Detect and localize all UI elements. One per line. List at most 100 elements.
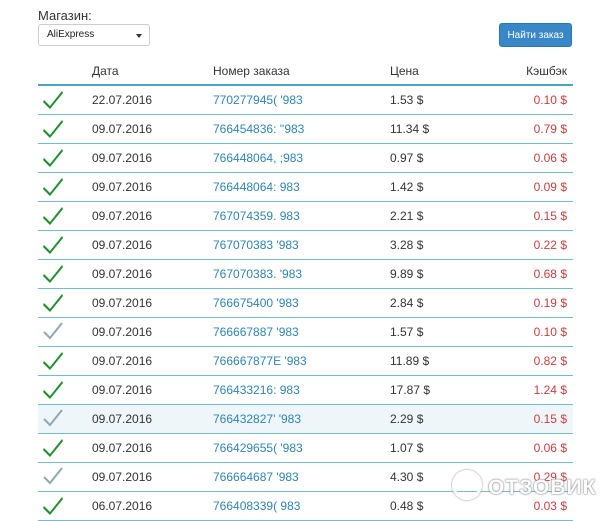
- column-header-price: Цена: [390, 64, 419, 78]
- check-done-icon: [43, 381, 63, 399]
- table-row: 09.07.2016 766429655( '983 1.07 $ 0.06 $: [38, 434, 573, 463]
- row-price: 1.07 $: [390, 441, 424, 455]
- row-date: 09.07.2016: [92, 151, 153, 165]
- row-order-link[interactable]: 766429655( '983: [213, 441, 303, 455]
- row-cashback: 0.10 $: [533, 93, 567, 107]
- orders-table: Дата Номер заказа Цена Кэшбэк 22.07.2016…: [38, 58, 573, 521]
- row-order-link[interactable]: 767074359. 983: [213, 209, 300, 223]
- row-order-link[interactable]: 766664687 '983: [213, 470, 299, 484]
- row-cashback: 0.19 $: [533, 296, 567, 310]
- row-cashback: 0.22 $: [533, 238, 567, 252]
- shop-label: Магазин:: [38, 8, 92, 23]
- chevron-down-icon: [136, 34, 142, 38]
- row-order-link[interactable]: 766448064: 983: [213, 180, 300, 194]
- row-price: 9.89 $: [390, 267, 424, 281]
- row-order-link[interactable]: 766667877E '983: [213, 354, 307, 368]
- row-date: 22.07.2016: [92, 93, 153, 107]
- row-cashback: 0.82 $: [533, 354, 567, 368]
- row-price: 3.28 $: [390, 238, 424, 252]
- row-price: 2.29 $: [390, 412, 424, 426]
- row-date: 09.07.2016: [92, 325, 153, 339]
- row-order-link[interactable]: 766448064, ;983: [213, 151, 303, 165]
- table-body: 22.07.2016 770277945( '983 1.53 $0.10 $09.…: [38, 86, 573, 521]
- row-cashback: 0.06 $: [533, 151, 567, 165]
- row-cashback: 0.15 $: [533, 209, 567, 223]
- row-price: 0.48 $: [390, 499, 424, 513]
- watermark-text: ОТЗОВИК: [488, 476, 597, 499]
- check-done-icon: [43, 352, 63, 370]
- check-done-icon: [43, 120, 63, 138]
- table-row: 09.07.2016 766667877E '983 11.89 $ 0.82 $: [38, 347, 573, 376]
- row-cashback: 0.79 $: [533, 122, 567, 136]
- row-date: 06.07.2016: [92, 499, 153, 513]
- column-header-order: Номер заказа: [213, 64, 290, 78]
- table-row: 22.07.2016 770277945( '983 1.53 $ 0.10 $: [38, 86, 573, 115]
- table-row: 09.07.2016 766454836: ''983 11.34 $ 0.79 $: [38, 115, 573, 144]
- row-date: 09.07.2016: [92, 470, 153, 484]
- row-price: 17.87 $: [390, 383, 431, 397]
- row-order-link[interactable]: 766675400 '983: [213, 296, 299, 310]
- row-date: 09.07.2016: [92, 441, 153, 455]
- table-row: 09.07.2016 766675400 '983 2.84 $ 0.19 $: [38, 289, 573, 318]
- table-row: 09.07.2016 767070383 '983 3.28 $ 0.22 $: [38, 231, 573, 260]
- check-done-icon: [43, 91, 63, 109]
- row-price: 2.84 $: [390, 296, 424, 310]
- row-date: 09.07.2016: [92, 383, 153, 397]
- row-order-link[interactable]: 766454836: ''983: [213, 122, 304, 136]
- row-price: 4.30 $: [390, 470, 424, 484]
- row-cashback: 0.09 $: [533, 180, 567, 194]
- watermark-circle-icon: [452, 470, 482, 500]
- row-order-link[interactable]: 770277945( '983: [213, 93, 303, 107]
- check-pending-icon: [43, 467, 63, 485]
- row-price: 11.89 $: [390, 354, 430, 368]
- table-header: Дата Номер заказа Цена Кэшбэк: [38, 58, 573, 86]
- row-cashback: 1.24 $: [533, 383, 567, 397]
- row-date: 09.07.2016: [92, 238, 153, 252]
- watermark-logo: ОТЗОВИК: [448, 468, 596, 506]
- row-date: 09.07.2016: [92, 296, 153, 310]
- row-order-link[interactable]: 767070383. '983: [213, 267, 302, 281]
- table-row: 09.07.2016 767074359. 983 2.21 $ 0.15 $: [38, 202, 573, 231]
- check-done-icon: [43, 294, 63, 312]
- row-order-link[interactable]: 766433216: 983: [213, 383, 300, 397]
- row-price: 1.42 $: [390, 180, 424, 194]
- check-done-icon: [43, 439, 63, 457]
- check-pending-icon: [43, 322, 63, 340]
- check-done-icon: [43, 178, 63, 196]
- column-header-date: Дата: [92, 64, 119, 78]
- table-row: 09.07.2016 767070383. '983 9.89 $ 0.68 $: [38, 260, 573, 289]
- row-order-link[interactable]: 766408339( 983: [213, 499, 300, 513]
- row-price: 1.53 $: [390, 93, 424, 107]
- row-price: 0.97 $: [390, 151, 424, 165]
- table-row: 09.07.2016 766667887 '983 1.57 $ 0.10 $: [38, 318, 573, 347]
- row-cashback: 0.68 $: [533, 267, 567, 281]
- check-done-icon: [43, 497, 63, 515]
- row-date: 09.07.2016: [92, 267, 153, 281]
- shop-select[interactable]: AliExpress: [38, 24, 150, 46]
- row-date: 09.07.2016: [92, 122, 153, 136]
- row-date: 09.07.2016: [92, 209, 153, 223]
- row-date: 09.07.2016: [92, 412, 153, 426]
- check-done-icon: [43, 207, 63, 225]
- row-order-link[interactable]: 766432827' '983: [213, 412, 301, 426]
- row-date: 09.07.2016: [92, 180, 153, 194]
- column-header-cashback: Кэшбэк: [526, 64, 567, 78]
- row-date: 09.07.2016: [92, 354, 153, 368]
- row-order-link[interactable]: 767070383 '983: [213, 238, 299, 252]
- table-row: 09.07.2016 766432827' '983 2.29 $ 0.15 $: [38, 405, 573, 434]
- table-row: 09.07.2016 766448064: 983 1.42 $ 0.09 $: [38, 173, 573, 202]
- table-row: 09.07.2016 766448064, ;983 0.97 $ 0.06 $: [38, 144, 573, 173]
- check-done-icon: [43, 149, 63, 167]
- find-order-button[interactable]: Найти заказ: [499, 23, 572, 47]
- row-cashback: 0.15 $: [533, 412, 567, 426]
- row-price: 11.34 $: [390, 122, 430, 136]
- table-row: 09.07.2016 766433216: 983 17.87 $ 1.24 $: [38, 376, 573, 405]
- check-done-icon: [43, 265, 63, 283]
- row-cashback: 0.06 $: [533, 441, 567, 455]
- row-price: 1.57 $: [390, 325, 424, 339]
- row-cashback: 0.10 $: [533, 325, 567, 339]
- row-order-link[interactable]: 766667887 '983: [213, 325, 299, 339]
- shop-select-value: AliExpress: [47, 29, 95, 40]
- check-pending-icon: [43, 409, 63, 427]
- check-done-icon: [43, 236, 63, 254]
